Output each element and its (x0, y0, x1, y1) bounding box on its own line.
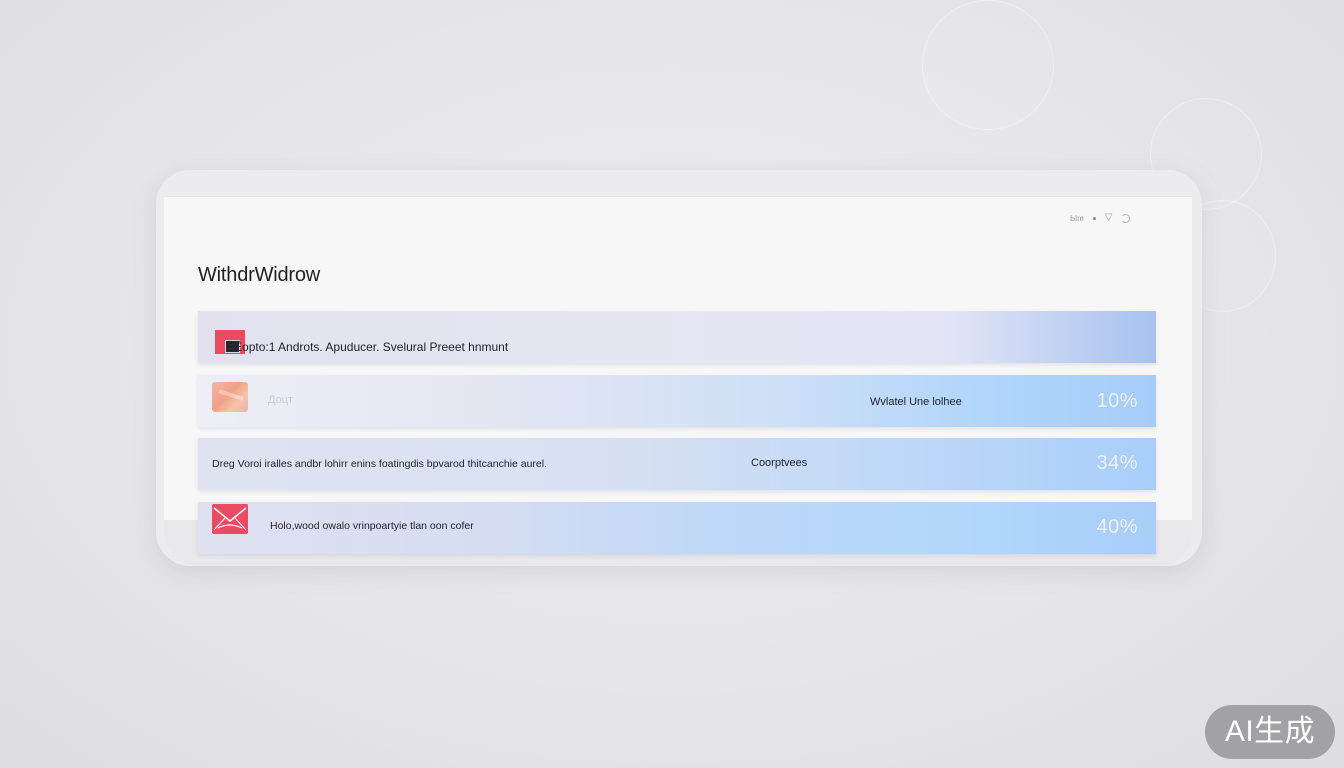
status-tray: Ыm ▽ (1070, 212, 1131, 224)
list-item-text: ЁЁopto:1 Androts. Apuducer. Svelural Pre… (226, 340, 509, 354)
list-item[interactable]: Dreg Voroi iralles andbr lohirr enins fo… (198, 438, 1156, 490)
ai-generated-watermark: AI生成 (1205, 705, 1335, 759)
list-item-text: Holo,wood owalo vrinpoartyie tlan oon co… (270, 520, 474, 532)
percent-value: 10% (1096, 390, 1138, 412)
percent-value: 34% (1096, 452, 1138, 474)
decorative-circle (922, 0, 1054, 130)
dot-icon (1092, 216, 1096, 220)
list-item[interactable]: Holo,wood owalo vrinpoartyie tlan oon co… (198, 502, 1156, 554)
page-title: WithdrWidrow (198, 264, 321, 286)
list-item-text: Доцт (268, 394, 294, 406)
mail-icon (212, 504, 248, 534)
percent-value: 40% (1096, 516, 1138, 538)
list-item-detail: Coorptvees (751, 457, 808, 469)
list-item-text: Dreg Voroi iralles andbr lohirr enins fo… (212, 458, 548, 470)
list-item-detail: Wvlatel Une lolhee (870, 396, 962, 408)
wifi-icon[interactable]: ▽ (1105, 213, 1113, 223)
tray-text: Ыm (1070, 213, 1084, 223)
moon-icon[interactable] (1121, 213, 1131, 223)
image-thumbnail-icon (212, 382, 248, 412)
list-item[interactable]: Доцт Wvlatel Une lolhee 10% (198, 375, 1156, 427)
list-item[interactable]: ЁЁopto:1 Androts. Apuducer. Svelural Pre… (198, 311, 1156, 363)
